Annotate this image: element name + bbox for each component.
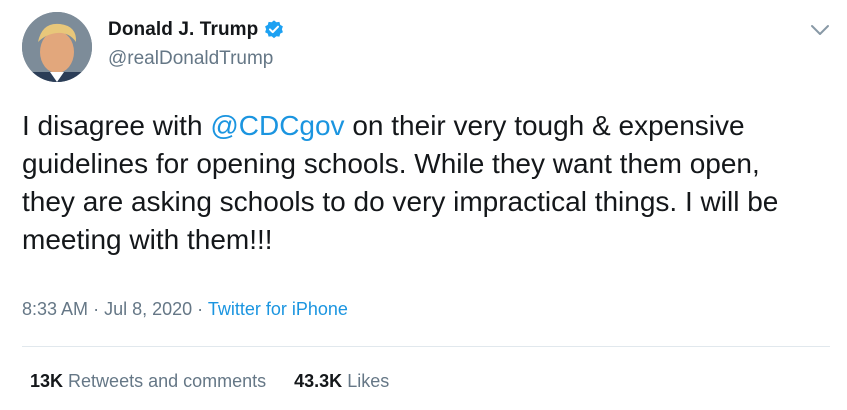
author-handle[interactable]: @realDonaldTrump xyxy=(108,48,273,70)
likes-label: Likes xyxy=(347,371,390,391)
retweets-label: Retweets and comments xyxy=(68,371,267,391)
tweet-source-link[interactable]: Twitter for iPhone xyxy=(208,299,348,319)
retweets-stat[interactable]: 13K Retweets and comments xyxy=(30,371,266,392)
tweet-date[interactable]: Jul 8, 2020 xyxy=(104,299,192,319)
profile-photo-icon xyxy=(22,12,92,82)
tweet-text-start: I disagree with xyxy=(22,110,211,141)
mention-link[interactable]: @CDCgov xyxy=(210,110,344,141)
display-name[interactable]: Donald J. Trump xyxy=(108,19,258,41)
likes-stat[interactable]: 43.3K Likes xyxy=(294,371,389,392)
likes-count: 43.3K xyxy=(294,371,343,391)
tweet-time[interactable]: 8:33 AM xyxy=(22,299,88,319)
author-name-row[interactable]: Donald J. Trump xyxy=(108,19,285,41)
tweet-text: I disagree with @CDCgov on their very to… xyxy=(22,107,812,259)
tweet-stats: 13K Retweets and comments 43.3K Likes xyxy=(30,371,417,392)
divider xyxy=(22,346,830,347)
chevron-down-icon[interactable] xyxy=(808,20,832,40)
avatar[interactable] xyxy=(22,12,92,82)
retweets-count: 13K xyxy=(30,371,64,391)
verified-badge-icon xyxy=(263,19,285,41)
tweet-meta: 8:33 AM · Jul 8, 2020 · Twitter for iPho… xyxy=(22,299,348,320)
meta-separator: · xyxy=(93,299,100,319)
meta-separator: · xyxy=(197,299,204,319)
